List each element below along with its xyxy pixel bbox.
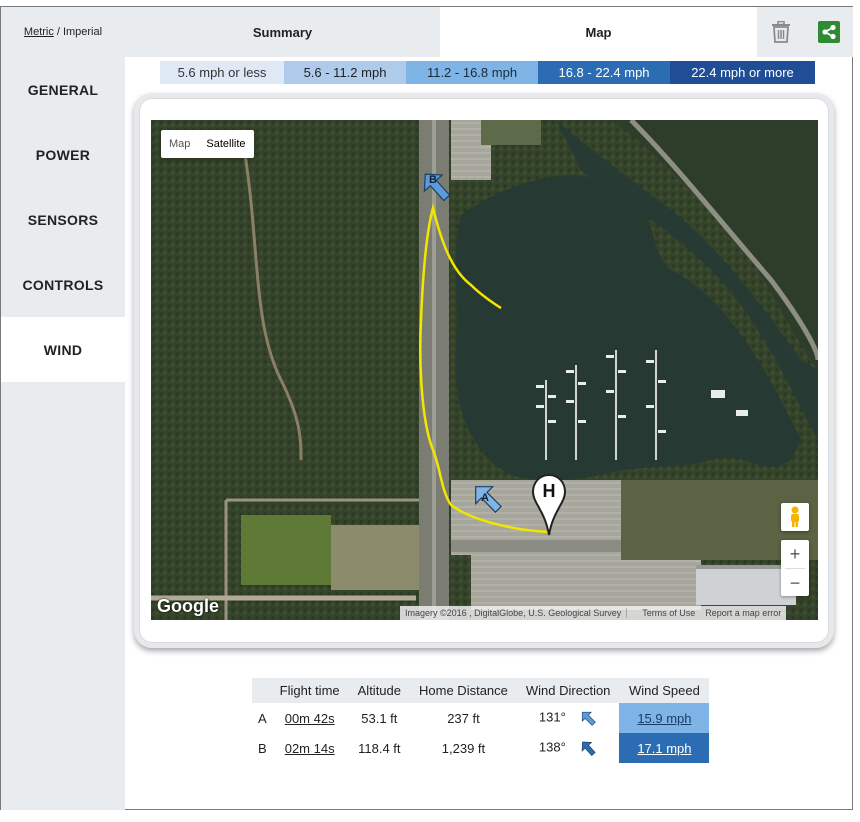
flight-time-link[interactable]: 00m 42s	[285, 711, 335, 726]
report-error-link[interactable]: Report a map error	[700, 608, 786, 618]
col-header-wind-speed: Wind Speed	[619, 678, 710, 703]
sidebar-item-wind[interactable]: WIND	[1, 317, 125, 382]
satellite-map[interactable]: B A H Map Satellite + − Google Imagery ©…	[151, 120, 818, 620]
zoom-control: + −	[781, 540, 809, 596]
altitude-cell: 53.1 ft	[361, 710, 398, 726]
col-header-wind-direction: Wind Direction	[516, 678, 620, 703]
col-header-flight-time: Flight time	[270, 678, 349, 703]
map-type-satellite-button[interactable]: Satellite	[198, 130, 253, 158]
delete-button[interactable]	[757, 7, 805, 57]
toolbar	[757, 7, 853, 57]
home-distance-cell: 1,239 ft	[441, 740, 486, 756]
sidebar-item-controls[interactable]: CONTROLS	[1, 252, 125, 317]
map-type-control: Map Satellite	[161, 130, 254, 158]
imperial-link[interactable]: Imperial	[63, 26, 102, 38]
wind-speed-cell: 15.9 mph	[619, 703, 710, 733]
home-distance-cell: 237 ft	[447, 710, 480, 726]
wind-speed-legend: 5.6 mph or less 5.6 - 11.2 mph 11.2 - 16…	[160, 61, 815, 84]
wind-speed-link[interactable]: 15.9 mph	[637, 711, 691, 726]
sidebar-item-power[interactable]: POWER	[1, 122, 125, 187]
wind-direction-value: 131°	[538, 709, 566, 725]
legend-item-3: 11.2 - 16.8 mph	[406, 61, 538, 84]
wind-marker-b[interactable]: B	[416, 166, 456, 211]
legend-item-1: 5.6 mph or less	[160, 61, 284, 84]
unit-switcher: Metric / Imperial	[1, 7, 125, 57]
imagery-credit: Imagery ©2016 , DigitalGlobe, U.S. Geolo…	[405, 608, 622, 618]
flight-time-cell: 02m 14s	[271, 733, 349, 763]
col-header-id	[252, 678, 271, 703]
marker-a-label: A	[481, 492, 489, 504]
terms-link[interactable]: Terms of Use	[637, 608, 700, 618]
map-type-map-button[interactable]: Map	[161, 130, 198, 158]
google-logo: Google	[157, 596, 219, 616]
share-button[interactable]	[805, 7, 853, 57]
col-header-altitude: Altitude	[348, 678, 411, 703]
marker-b-label: B	[429, 174, 437, 186]
sidebar-item-sensors[interactable]: SENSORS	[1, 187, 125, 252]
table-row: B 02m 14s 118.4 ft 1,239 ft 138° 17.1 mp…	[252, 733, 710, 763]
table-header-row: Flight time Altitude Home Distance Wind …	[252, 678, 710, 703]
sidebar: GENERAL POWER SENSORS CONTROLS WIND	[1, 57, 125, 810]
attrib-divider	[626, 608, 637, 618]
altitude-cell: 118.4 ft	[358, 740, 401, 756]
col-header-home-distance: Home Distance	[410, 678, 517, 703]
trash-icon	[772, 21, 790, 43]
tab-summary[interactable]: Summary	[125, 7, 440, 57]
row-id: A	[258, 710, 267, 726]
wind-marker-a[interactable]: A	[467, 478, 507, 523]
home-marker-label: H	[542, 481, 556, 501]
legend-item-4: 16.8 - 22.4 mph	[538, 61, 670, 84]
wind-direction-icon	[582, 741, 597, 757]
home-marker[interactable]: H	[531, 473, 567, 537]
metric-link[interactable]: Metric	[24, 26, 54, 38]
wind-arrow-icon	[423, 173, 451, 202]
sidebar-item-general[interactable]: GENERAL	[1, 57, 125, 122]
wind-data-table: Flight time Altitude Home Distance Wind …	[252, 678, 710, 763]
pegman-icon	[791, 506, 799, 527]
wind-speed-cell: 17.1 mph	[619, 733, 710, 763]
legend-item-5: 22.4 mph or more	[670, 61, 815, 84]
wind-direction-cell: 138°	[517, 733, 620, 763]
table-row: A 00m 42s 53.1 ft 237 ft 131° 15.9 mph	[252, 703, 710, 733]
street-view-pegman[interactable]	[781, 503, 809, 531]
wind-direction-cell: 131°	[517, 703, 620, 733]
map-attribution: Imagery ©2016 , DigitalGlobe, U.S. Geolo…	[400, 606, 787, 620]
tab-map[interactable]: Map	[440, 7, 757, 57]
legend-item-2: 5.6 - 11.2 mph	[284, 61, 406, 84]
row-id: B	[258, 740, 267, 756]
flight-time-cell: 00m 42s	[271, 703, 349, 733]
flight-time-link[interactable]: 02m 14s	[285, 741, 335, 756]
wind-speed-link[interactable]: 17.1 mph	[637, 741, 691, 756]
map-imagery	[151, 120, 818, 620]
zoom-out-button[interactable]: −	[781, 569, 809, 597]
unit-separator: /	[56, 26, 60, 38]
zoom-in-button[interactable]: +	[781, 540, 809, 568]
share-icon	[818, 21, 840, 43]
wind-direction-icon	[582, 711, 597, 726]
wind-direction-value: 138°	[538, 739, 566, 755]
